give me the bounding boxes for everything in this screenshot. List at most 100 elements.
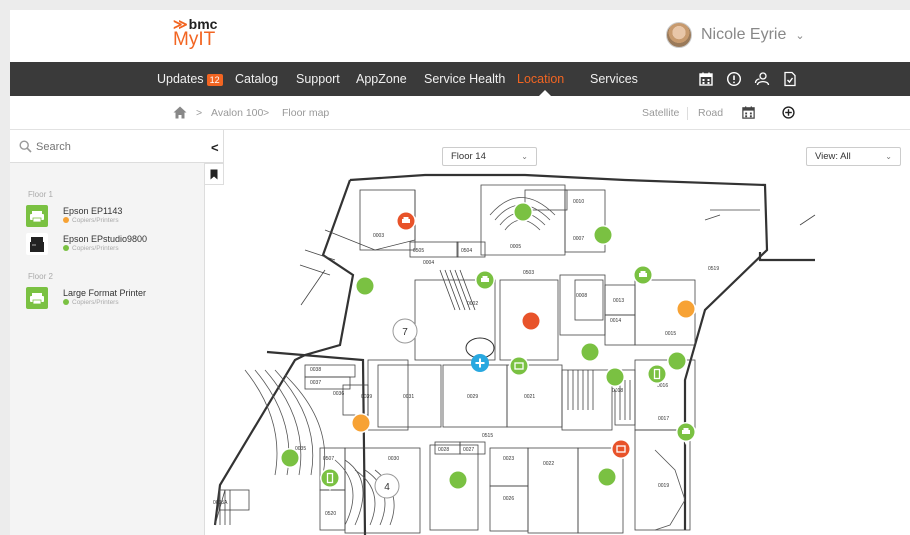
status-dot — [63, 217, 69, 224]
room-number: 0010 — [573, 199, 584, 205]
cluster-count: 7 — [402, 327, 408, 338]
people-icon[interactable] — [754, 71, 770, 87]
item-title: Epson EPstudio9800 — [63, 234, 148, 244]
room-number: 0038 — [310, 367, 321, 373]
room-number: 0015 — [665, 331, 676, 337]
status-dot — [63, 245, 69, 252]
room-number: 0035A — [213, 500, 228, 506]
location-marker[interactable] — [580, 342, 600, 365]
chevron-down-icon[interactable]: ⌄ — [795, 29, 804, 42]
search-input[interactable] — [36, 138, 186, 156]
screen-location-marker[interactable] — [611, 439, 631, 462]
floor-select[interactable]: Floor 14 ⌄ — [442, 147, 537, 166]
document-check-icon[interactable] — [782, 71, 798, 87]
location-marker[interactable] — [605, 367, 625, 390]
road-view-toggle[interactable]: Road — [698, 96, 723, 130]
printer-location-marker[interactable] — [475, 270, 495, 293]
bookmarks-tab[interactable] — [205, 163, 224, 185]
top-bar: ≫bmc MyIT Nicole Eyrie ⌄ — [10, 10, 910, 62]
user-menu[interactable]: Nicole Eyrie ⌄ — [666, 22, 805, 48]
location-marker[interactable] — [593, 225, 613, 248]
breadcrumb-floor-map: Floor map — [282, 107, 330, 119]
bookmark-icon — [210, 169, 218, 180]
room-number: 0027 — [463, 447, 474, 453]
list-item-printer[interactable]: Epson EP1143 Copiers/Printers — [26, 205, 196, 227]
bmc-myit-logo[interactable]: ≫bmc MyIT — [173, 16, 217, 49]
location-marker[interactable] — [597, 467, 617, 490]
view-filter-select[interactable]: View: All ⌄ — [806, 147, 901, 166]
calendar-icon[interactable] — [741, 105, 756, 120]
building-outline — [213, 173, 815, 535]
room-number: 0013 — [613, 298, 624, 304]
avatar[interactable] — [666, 22, 692, 48]
printer-location-marker[interactable] — [676, 422, 696, 445]
collapse-sidebar-button[interactable]: < — [211, 140, 219, 155]
room-number: 0004 — [423, 260, 434, 266]
room-number: 0017 — [658, 416, 669, 422]
floor-group-label: Floor 1 — [28, 190, 53, 199]
printer-location-marker[interactable] — [633, 265, 653, 288]
room-number: 0515 — [482, 433, 493, 439]
view-divider — [687, 107, 688, 120]
list-item-printer[interactable]: Epson EPstudio9800 Copiers/Printers — [26, 233, 196, 255]
room-number: 0023 — [503, 456, 514, 462]
room-number: 0026 — [503, 496, 514, 502]
room-number: 0005 — [510, 244, 521, 250]
list-item-printer[interactable]: Large Format Printer Copiers/Printers — [26, 287, 196, 309]
room-number: 0031 — [403, 394, 414, 400]
room-number: 0030 — [388, 456, 399, 462]
nav-updates[interactable]: Updates 12 — [157, 62, 223, 96]
room-number: 0507 — [323, 456, 334, 462]
nav-appzone[interactable]: AppZone — [356, 62, 407, 96]
user-name[interactable]: Nicole Eyrie — [701, 26, 786, 44]
room-number: 0022 — [543, 461, 554, 467]
room-number: 0003 — [373, 233, 384, 239]
room-number: 0029 — [467, 394, 478, 400]
item-category: Copiers/Printers — [63, 217, 119, 224]
app-window: ≫bmc MyIT Nicole Eyrie ⌄ Updates 12 Catal… — [10, 10, 910, 535]
room-number: 0016 — [657, 383, 668, 389]
door-location-marker[interactable] — [320, 468, 340, 491]
cluster-badge[interactable]: 7 — [392, 318, 418, 344]
nav-support[interactable]: Support — [296, 62, 340, 96]
room-number: 0519 — [708, 266, 719, 272]
breadcrumb-separator: > — [263, 107, 270, 119]
printer-location-marker[interactable] — [396, 211, 416, 234]
room-number: 0037 — [310, 380, 321, 386]
location-marker[interactable] — [676, 299, 696, 322]
printer-icon — [26, 287, 48, 309]
you-are-here-marker[interactable] — [465, 337, 495, 372]
location-marker[interactable] — [448, 470, 468, 493]
alert-icon[interactable] — [726, 71, 742, 87]
calendar-icon[interactable] — [698, 71, 714, 87]
room-number: 0008 — [576, 293, 587, 299]
room-number: 0021 — [524, 394, 535, 400]
room-number: 0007 — [573, 236, 584, 242]
room-labels: 0003 0004 0005 0505 0504 0010 0007 0002 0503 0008… — [213, 199, 719, 517]
satellite-view-toggle[interactable]: Satellite — [642, 96, 679, 130]
printer-icon — [26, 205, 48, 227]
cluster-badge[interactable]: 4 — [374, 473, 400, 499]
location-marker[interactable] — [513, 202, 533, 225]
crosshair-locate-icon[interactable] — [781, 105, 796, 120]
room-number: 0505 — [413, 248, 424, 254]
location-marker[interactable] — [521, 311, 541, 334]
location-marker[interactable] — [667, 351, 687, 374]
item-category: Copiers/Printers — [63, 245, 119, 252]
nav-updates-label: Updates — [157, 72, 204, 86]
nav-service-health[interactable]: Service Health — [424, 62, 505, 96]
item-category-label: Copiers/Printers — [72, 245, 119, 252]
location-marker[interactable] — [355, 276, 375, 299]
screen-location-marker[interactable] — [509, 356, 529, 379]
floor-map[interactable]: 0003 0004 0005 0505 0504 0010 0007 0002 0503 0008… — [205, 130, 910, 535]
breadcrumb-building[interactable]: Avalon 100 — [211, 96, 263, 130]
room-number: 0018 — [612, 388, 623, 394]
location-marker[interactable] — [280, 448, 300, 471]
room-number: 0039 — [361, 394, 372, 400]
location-marker[interactable] — [351, 413, 371, 436]
nav-catalog[interactable]: Catalog — [235, 62, 278, 96]
home-icon[interactable] — [173, 106, 187, 119]
chevron-down-icon: ⌄ — [521, 152, 528, 161]
nav-services[interactable]: Services — [590, 62, 638, 96]
updates-count-badge: 12 — [206, 73, 223, 86]
